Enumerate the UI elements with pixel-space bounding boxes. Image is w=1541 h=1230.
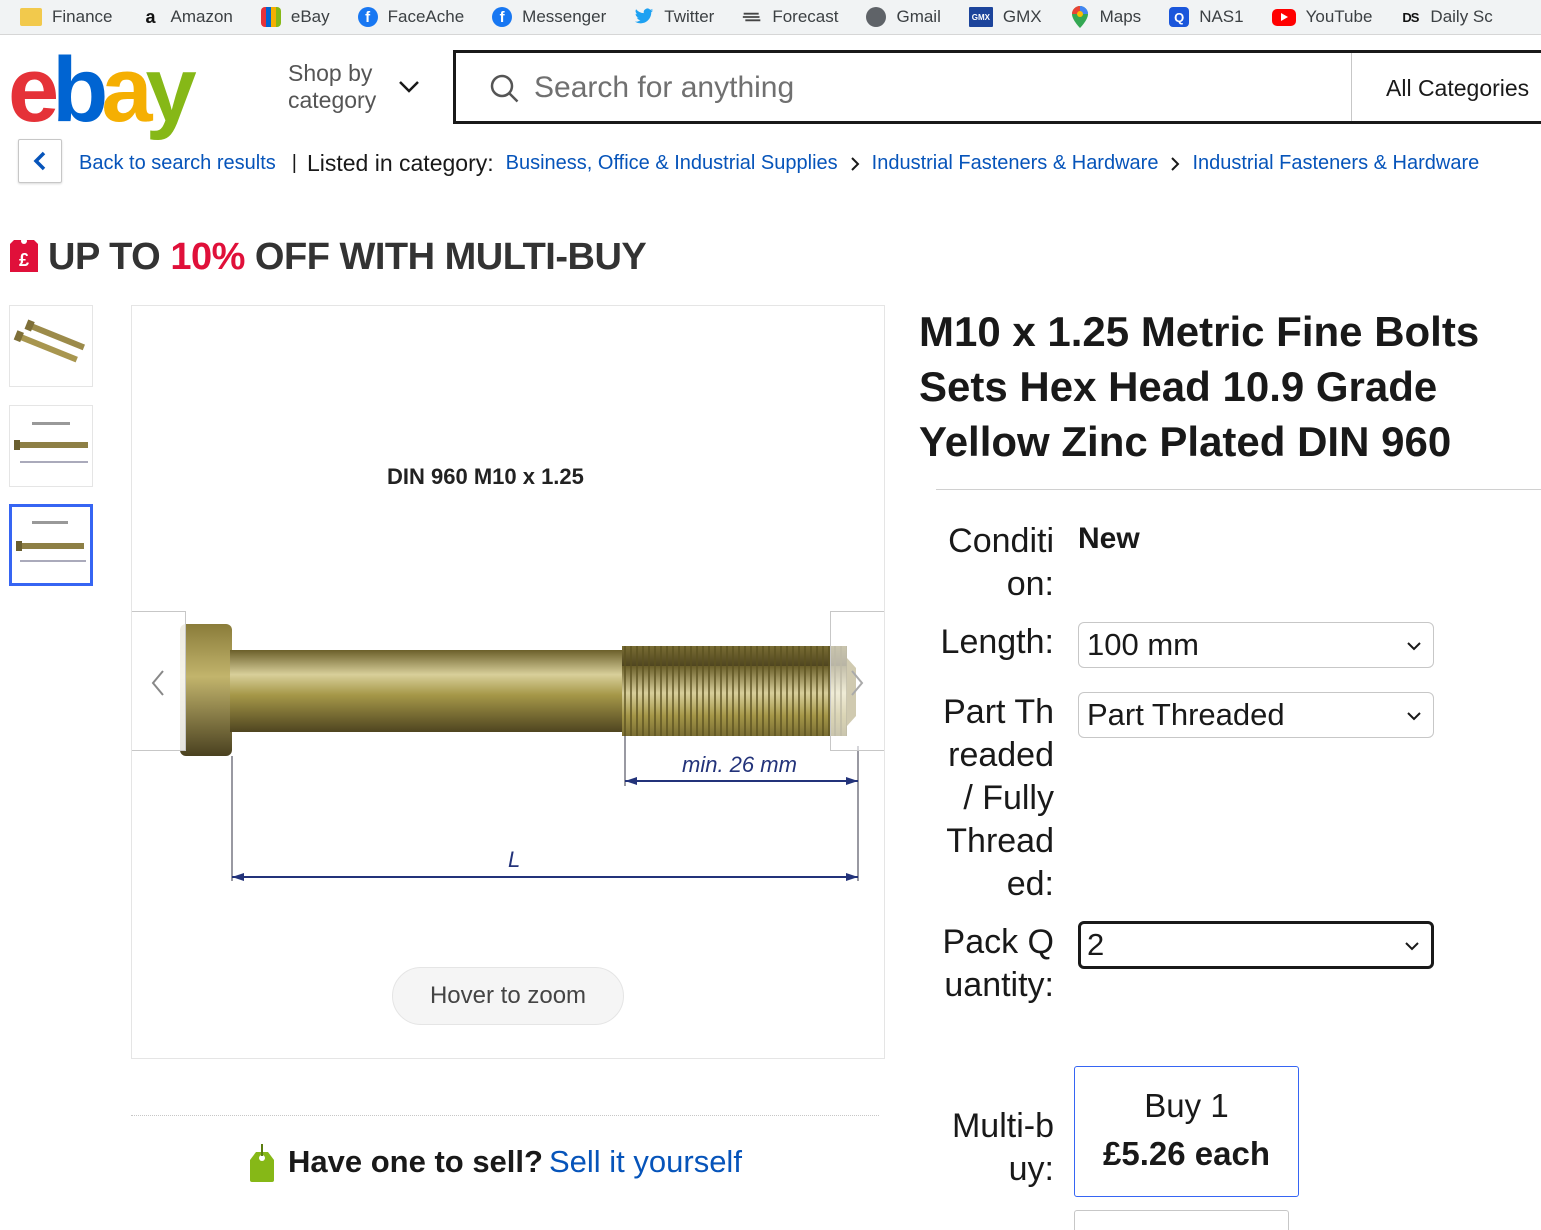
- thumbnail[interactable]: [9, 305, 93, 387]
- thread-type-label: Part Threaded / Fully Threaded:: [943, 693, 1054, 903]
- amazon-icon: a: [145, 6, 156, 27]
- back-to-search-link[interactable]: Back to search results: [79, 152, 276, 175]
- breadcrumb-item[interactable]: Industrial Fasteners & Hardware: [1192, 152, 1479, 175]
- divider: [1351, 53, 1352, 121]
- multibuy-option[interactable]: [1074, 1210, 1289, 1230]
- next-image-button[interactable]: [830, 611, 884, 751]
- chevron-right-icon: [1171, 156, 1180, 171]
- bookmark-faceache[interactable]: f FaceAche: [357, 7, 464, 27]
- product-title: M10 x 1.25 Metric Fine Bolts Sets Hex He…: [919, 308, 1480, 465]
- search-icon: [490, 74, 519, 103]
- chevron-right-icon: [850, 156, 860, 171]
- condition-label: Condition:: [948, 522, 1054, 603]
- bookmark-gmx[interactable]: GMX GMX: [968, 7, 1042, 27]
- facebook-icon: f: [357, 7, 378, 27]
- bookmark-daily-sc[interactable]: DS Daily Sc: [1400, 7, 1492, 27]
- folder-icon: [20, 8, 42, 26]
- condition-value: New: [1078, 522, 1140, 555]
- divider: [936, 489, 1541, 490]
- ebay-logo[interactable]: ebay: [8, 44, 197, 136]
- twitter-icon: [634, 7, 654, 27]
- bookmark-maps[interactable]: Maps: [1070, 6, 1141, 28]
- thumbnail-selected[interactable]: [9, 504, 93, 586]
- multibuy-label: Multi-buy:: [951, 1107, 1054, 1188]
- pack-quantity-label: Pack Quantity:: [942, 923, 1054, 1004]
- chevron-left-icon: [33, 151, 46, 171]
- length-select[interactable]: 100 mm: [1078, 622, 1434, 668]
- breadcrumb-item[interactable]: Business, Office & Industrial Supplies: [506, 152, 838, 175]
- divider: [131, 1115, 879, 1116]
- thumbnail[interactable]: [9, 405, 93, 487]
- bookmarks-bar: Finance a Amazon eBay f FaceAche f Messe…: [0, 0, 1541, 35]
- breadcrumb: Back to search results | Listed in categ…: [79, 150, 1479, 177]
- price-tag-icon: £: [10, 238, 38, 272]
- category-select[interactable]: All Categories: [1386, 75, 1529, 102]
- bolt-diagram-thumbnail: [14, 422, 88, 463]
- bookmark-youtube[interactable]: YouTube: [1271, 7, 1372, 27]
- thread-type-select[interactable]: Part Threaded: [1078, 692, 1434, 738]
- multibuy-promo: UP TO 10% OFF WITH MULTI-BUY: [48, 236, 647, 278]
- multibuy-option[interactable]: Buy 1 £5.26 each: [1074, 1066, 1299, 1197]
- sell-tag-icon: [250, 1144, 274, 1182]
- hover-to-zoom-hint: Hover to zoom: [392, 967, 624, 1025]
- pack-quantity-select[interactable]: 2: [1078, 921, 1434, 969]
- chevron-down-icon: [1407, 712, 1421, 721]
- bookmark-nas1[interactable]: Q NAS1: [1169, 7, 1244, 27]
- nas-icon: Q: [1169, 7, 1190, 27]
- multibuy-price: £5.26 each: [1103, 1135, 1270, 1172]
- dimension-thread-label: min. 26 mm: [682, 752, 797, 777]
- svg-text:£: £: [19, 250, 29, 270]
- previous-image-button[interactable]: [132, 611, 186, 751]
- bolt-diagram-thumbnail: [16, 521, 86, 562]
- bolt-thumbnail-image: [13, 319, 85, 363]
- main-product-image[interactable]: DIN 960 M10 x 1.25 min. 26 mm L Hover to…: [131, 305, 885, 1059]
- chevron-left-icon: [151, 670, 164, 696]
- gmx-icon: GMX: [968, 7, 993, 27]
- bookmark-gmail[interactable]: Gmail: [866, 7, 941, 27]
- breadcrumb-item[interactable]: Industrial Fasteners & Hardware: [872, 152, 1159, 175]
- chevron-right-icon: [851, 670, 864, 696]
- bookmark-finance[interactable]: Finance: [20, 7, 112, 27]
- bolt-illustration: [180, 624, 859, 881]
- listed-in-label: Listed in category:: [306, 150, 494, 176]
- ds-icon: DS: [1402, 9, 1419, 25]
- bookmark-forecast[interactable]: Forecast: [742, 7, 838, 27]
- chevron-down-icon[interactable]: [398, 76, 420, 98]
- chevron-down-icon: [1405, 942, 1419, 951]
- back-button[interactable]: [18, 139, 62, 183]
- forecast-icon: [742, 7, 762, 27]
- chevron-down-icon: [1407, 642, 1421, 651]
- divider: |: [291, 152, 297, 174]
- bookmark-messenger[interactable]: f Messenger: [492, 7, 606, 27]
- shop-by-category-button[interactable]: Shop by category: [288, 60, 393, 114]
- bookmark-amazon[interactable]: a Amazon: [140, 7, 232, 27]
- length-label: Length:: [940, 623, 1054, 661]
- globe-icon: [866, 7, 887, 27]
- facebook-icon: f: [492, 7, 513, 27]
- bookmark-twitter[interactable]: Twitter: [634, 7, 714, 27]
- maps-pin-icon: [1070, 6, 1090, 28]
- search-bar: All Categories: [453, 50, 1541, 124]
- bookmark-ebay[interactable]: eBay: [260, 7, 330, 27]
- youtube-icon: [1271, 8, 1296, 26]
- multibuy-quantity: Buy 1: [1144, 1087, 1229, 1124]
- dimension-length-label: L: [508, 847, 521, 872]
- sell-prompt: Have one to sell? Sell it yourself: [288, 1144, 742, 1179]
- search-input[interactable]: [534, 69, 1314, 107]
- ebay-bag-icon: [260, 7, 281, 27]
- sell-it-yourself-link[interactable]: Sell it yourself: [549, 1144, 742, 1179]
